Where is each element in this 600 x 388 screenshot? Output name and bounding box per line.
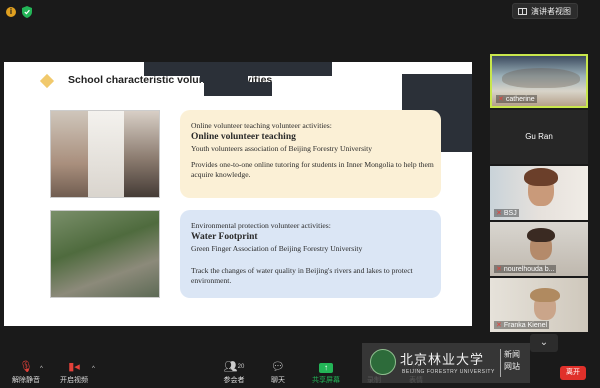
news-site-label: 新闻 网站	[500, 349, 526, 377]
online-teaching-photo	[50, 110, 160, 198]
mic-muted-icon: ✕	[496, 266, 502, 273]
shield-icon[interactable]	[22, 6, 32, 18]
university-name: 北京林业大学	[400, 353, 485, 368]
participants-icon: 👥︎20	[223, 361, 245, 373]
participant-name: ✕ catherine	[496, 95, 537, 103]
participant-name: ✕ nourelhouda b...	[494, 265, 557, 273]
chat-button[interactable]: 💬︎ 聊天	[258, 360, 298, 385]
unmute-button[interactable]: 🎙︎ 解除静音	[6, 360, 46, 385]
chat-icon: 💬︎	[271, 361, 285, 373]
participants-button[interactable]: 👥︎20 参会者	[214, 360, 254, 385]
university-logo-icon	[370, 349, 396, 375]
audio-options-caret-icon[interactable]: ^	[40, 366, 43, 372]
university-news-watermark: 北京林业大学 BEIJING FORESTRY UNIVERSITY 新闻 网站	[362, 343, 530, 383]
start-video-button[interactable]: ▮◂ 开启视频	[54, 360, 94, 385]
meeting-top-bar: i 演讲者视图	[0, 0, 600, 24]
participant-tile[interactable]: ✕ Franka Kienel	[490, 278, 588, 332]
university-name-en: BEIJING FORESTRY UNIVERSITY	[402, 369, 495, 375]
water-footprint-photo	[50, 210, 160, 298]
participant-name: Gu Ran	[525, 132, 553, 141]
share-screen-button[interactable]: ↑ 共享屏幕	[306, 360, 346, 385]
mic-muted-icon: ✕	[498, 96, 504, 103]
info-icon[interactable]: i	[6, 7, 16, 17]
card-description: Provides one-to-one online tutoring for …	[191, 160, 434, 179]
diamond-bullet-icon	[39, 73, 55, 89]
card-organizer: Youth volunteers association of Beijing …	[191, 144, 373, 153]
card-activity-name: Online volunteer teaching	[191, 132, 296, 142]
card-organizer: Green Finger Association of Beijing Fore…	[191, 244, 363, 253]
speaker-view-button[interactable]: 演讲者视图	[512, 3, 578, 19]
speaker-view-label: 演讲者视图	[531, 7, 571, 16]
participant-name: ✕ BSJ	[494, 209, 519, 217]
participant-tile[interactable]: ✕ catherine	[490, 54, 588, 108]
video-off-icon: ▮◂	[68, 361, 80, 373]
card-activity-name: Water Footprint	[191, 232, 258, 242]
shared-screen-slide: School characteristic voluntary activiti…	[4, 62, 472, 326]
mic-muted-icon: ✕	[496, 322, 502, 329]
participant-tile[interactable]: Gu Ran	[490, 110, 588, 164]
card-heading: Online volunteer teaching volunteer acti…	[191, 121, 332, 130]
share-screen-icon: ↑	[306, 360, 346, 374]
video-options-caret-icon[interactable]: ^	[92, 366, 95, 372]
redaction-block	[144, 62, 332, 76]
leave-button[interactable]: 离开	[560, 366, 586, 380]
scroll-down-button[interactable]: ⌄	[530, 334, 558, 352]
chevron-down-icon: ⌄	[539, 337, 549, 348]
redaction-block	[204, 82, 272, 96]
participant-name: ✕ Franka Kienel	[494, 321, 550, 329]
mic-muted-icon: ✕	[496, 210, 502, 217]
card-heading: Environmental protection volunteer activ…	[191, 221, 331, 230]
activity-card-online-teaching: Online volunteer teaching volunteer acti…	[180, 110, 441, 198]
card-description: Track the changes of water quality in Be…	[191, 266, 413, 285]
participant-tile[interactable]: ✕ BSJ	[490, 166, 588, 220]
participant-tile[interactable]: ✕ nourelhouda b...	[490, 222, 588, 276]
activity-card-water-footprint: Environmental protection volunteer activ…	[180, 210, 441, 298]
grid-view-icon	[518, 8, 527, 15]
